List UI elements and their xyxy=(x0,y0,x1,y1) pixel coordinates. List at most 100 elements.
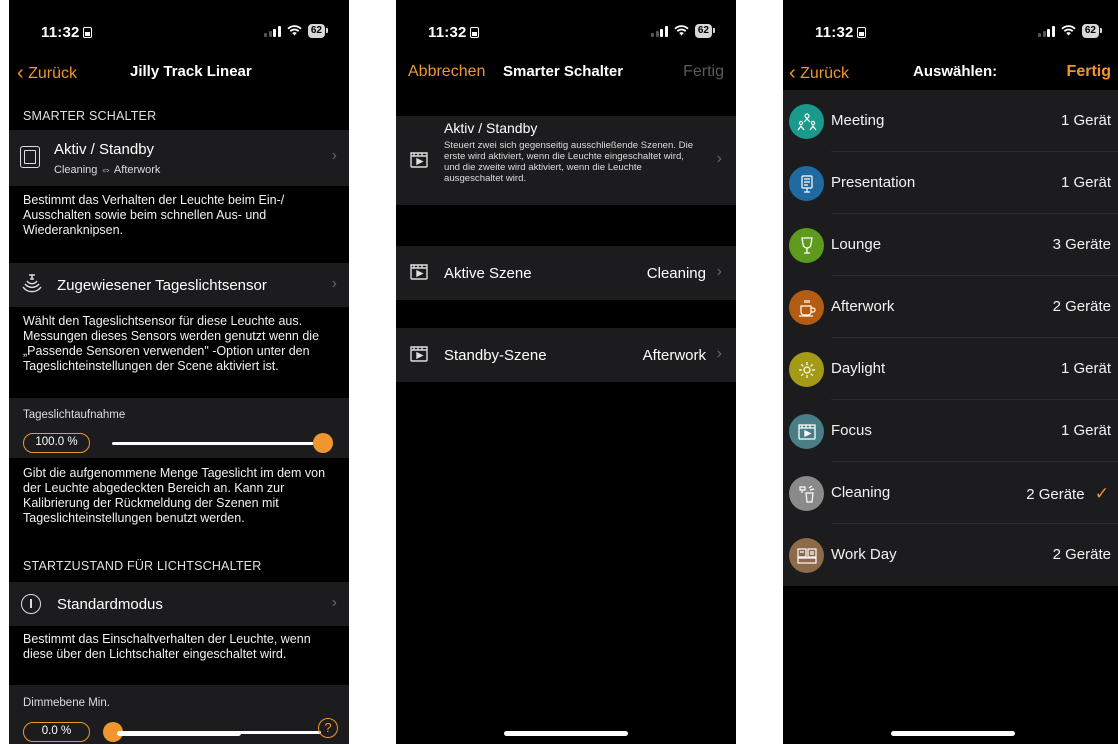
scene-row[interactable]: Afterwork 2 Geräte xyxy=(783,276,1118,338)
scene-row[interactable]: Lounge 3 Geräte xyxy=(783,214,1118,276)
scene-name: Lounge xyxy=(831,236,882,253)
chevron-right-icon: › xyxy=(331,594,337,611)
scene-device-count: 3 Geräte xyxy=(1052,236,1111,253)
checkmark-icon: ✓ xyxy=(1094,484,1109,503)
status-time: 11:32 xyxy=(428,24,479,41)
scene-name: Daylight xyxy=(831,360,886,377)
battery-icon: 62 xyxy=(1081,24,1103,38)
home-indicator xyxy=(891,731,1015,736)
page-title: Auswählen: xyxy=(913,63,998,80)
wine-glass-icon xyxy=(789,228,824,263)
active-scene-label: Aktive Szene xyxy=(444,265,532,282)
coffee-cup-icon xyxy=(789,290,824,325)
standard-mode-cell[interactable]: Standardmodus › xyxy=(9,582,349,626)
help-icon[interactable]: ? xyxy=(318,718,338,738)
page-title: Jilly Track Linear xyxy=(130,63,252,80)
scene-device-count: 1 Gerät xyxy=(1060,174,1111,191)
home-indicator xyxy=(117,731,241,736)
scene-device-count: 1 Gerät xyxy=(1060,112,1111,129)
sun-icon xyxy=(789,352,824,387)
page-title: Smarter Schalter xyxy=(503,63,624,80)
scene-name: Focus xyxy=(831,422,872,439)
clapperboard-icon xyxy=(410,264,428,285)
chevron-right-icon: › xyxy=(716,263,722,280)
clapperboard-icon xyxy=(410,152,428,173)
standard-mode-description: Bestimmt das Einschaltverhalten der Leuc… xyxy=(23,632,311,661)
status-time: 11:32 xyxy=(41,24,92,41)
nav-bar: ‹ Zurück Jilly Track Linear xyxy=(9,60,349,86)
scene-row[interactable]: Focus 1 Gerät xyxy=(783,400,1118,462)
scene-name: Afterwork xyxy=(831,298,895,315)
scene-device-count: 1 Gerät xyxy=(1060,422,1111,439)
section-header-start-state: STARTZUSTAND FÜR LICHTSCHALTER xyxy=(23,559,262,573)
switch-icon xyxy=(20,146,40,168)
done-button[interactable]: Fertig xyxy=(1067,63,1111,81)
status-bar: 11:32 62 xyxy=(396,22,736,44)
daylight-slider-track xyxy=(112,442,324,445)
daylight-value-field[interactable]: 100.0 % xyxy=(23,433,90,453)
dim-level-label: Dimmebene Min. xyxy=(23,697,110,709)
signal-icon xyxy=(651,25,668,37)
scene-row[interactable]: Meeting 1 Gerät xyxy=(783,90,1118,152)
dim-value-field[interactable]: 0.0 % xyxy=(23,722,90,742)
active-scene-value: Cleaning xyxy=(646,265,706,282)
calendar-icon xyxy=(789,538,824,573)
active-standby-cell[interactable]: Aktiv / Standby Cleaning ⇔ Afterwork › xyxy=(9,130,349,186)
scene-row[interactable]: Presentation 1 Gerät xyxy=(783,152,1118,214)
daylight-sensor-cell[interactable]: Zugewiesener Tageslichtsensor › xyxy=(9,263,349,307)
done-button[interactable]: Fertig xyxy=(683,63,724,81)
chevron-left-icon: ‹ xyxy=(17,62,24,84)
wifi-icon xyxy=(287,24,302,38)
signal-icon xyxy=(1038,25,1055,37)
phone-screen-smart-switch: 11:32 62 Abbrechen Smarter Schalter Fert… xyxy=(396,0,736,744)
scene-device-count: 2 Geräte ✓ xyxy=(1026,484,1109,503)
cancel-button[interactable]: Abbrechen xyxy=(408,63,485,81)
clapperboard-icon xyxy=(410,346,428,367)
daylight-sensor-label: Zugewiesener Tageslichtsensor xyxy=(57,277,267,294)
active-standby-option[interactable]: Aktiv / Standby Steuert zwei sich gegens… xyxy=(396,116,736,205)
daylight-capture-label: Tageslichtaufnahme xyxy=(23,409,126,421)
chevron-left-icon: ‹ xyxy=(789,62,796,84)
active-standby-title: Aktiv / Standby xyxy=(54,141,155,158)
daylight-sensor-description: Wählt den Tageslichtsensor für diese Leu… xyxy=(23,314,320,373)
scene-device-count: 1 Gerät xyxy=(1060,360,1111,377)
people-icon xyxy=(789,104,824,139)
sensor-icon xyxy=(21,272,43,299)
power-icon xyxy=(21,594,41,614)
presentation-icon xyxy=(789,166,824,201)
signal-icon xyxy=(264,25,281,37)
scene-row[interactable]: Daylight 1 Gerät xyxy=(783,338,1118,400)
scene-row[interactable]: Work Day 2 Geräte xyxy=(783,524,1118,586)
scene-device-count: 2 Geräte xyxy=(1052,298,1111,315)
standby-scene-value: Afterwork xyxy=(642,347,706,364)
status-time: 11:32 xyxy=(815,24,866,41)
scene-name: Meeting xyxy=(831,112,885,129)
section-header-smart-switch: SMARTER SCHALTER xyxy=(23,109,157,123)
standard-mode-label: Standardmodus xyxy=(57,596,163,613)
wifi-icon xyxy=(1061,24,1076,38)
back-button[interactable]: ‹ Zurück xyxy=(17,62,77,85)
cleaning-icon xyxy=(789,476,824,511)
status-bar: 11:32 62 xyxy=(783,22,1118,44)
wifi-icon xyxy=(674,24,689,38)
daylight-slider-knob[interactable] xyxy=(313,433,333,453)
scene-name: Work Day xyxy=(831,546,897,563)
chevron-right-icon: › xyxy=(331,275,337,292)
scene-device-count: 2 Geräte xyxy=(1052,546,1111,563)
battery-icon: 62 xyxy=(307,24,329,38)
status-bar: 11:32 62 xyxy=(9,22,349,44)
active-scene-cell[interactable]: Aktive Szene Cleaning › xyxy=(396,246,736,300)
chevron-right-icon: › xyxy=(331,147,337,164)
back-button[interactable]: ‹ Zurück xyxy=(789,62,849,85)
scene-list: Meeting 1 Gerät Presentation 1 Gerät Lou… xyxy=(783,90,1118,586)
active-standby-title: Aktiv / Standby xyxy=(444,120,538,136)
phone-screen-lamp-settings: 11:32 62 ‹ Zurück Jilly Track Linear SMA… xyxy=(9,0,349,744)
chevron-right-icon: › xyxy=(716,150,722,167)
standby-scene-label: Standby-Szene xyxy=(444,347,547,364)
home-indicator xyxy=(504,731,628,736)
nav-bar: ‹ Zurück Auswählen: Fertig xyxy=(783,60,1118,86)
battery-icon: 62 xyxy=(694,24,716,38)
active-standby-subtitle: Cleaning ⇔ Afterwork xyxy=(54,164,161,176)
scene-row-selected[interactable]: Cleaning 2 Geräte ✓ xyxy=(783,462,1118,524)
standby-scene-cell[interactable]: Standby-Szene Afterwork › xyxy=(396,328,736,382)
